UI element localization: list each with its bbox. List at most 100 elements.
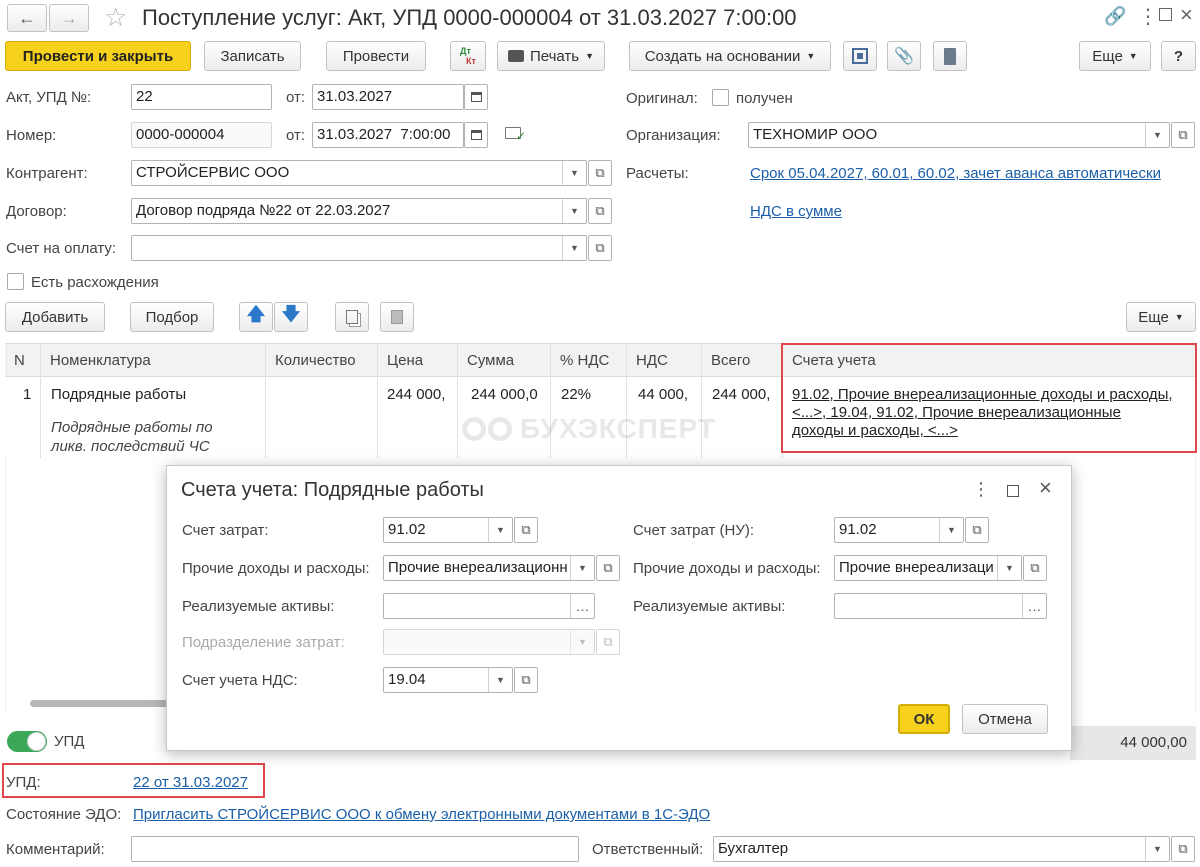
chevron-down-icon[interactable]: ▼ xyxy=(562,236,586,260)
other-ie-right-select[interactable]: Прочие внереализаци ▼ xyxy=(834,555,1022,581)
calendar-button[interactable] xyxy=(464,122,488,148)
edo-state-label: Состояние ЭДО: xyxy=(6,806,122,823)
vat-in-sum-link[interactable]: НДС в сумме xyxy=(750,203,842,220)
column-header-price[interactable]: Цена xyxy=(387,352,423,369)
watermark-logo-icon xyxy=(462,417,512,441)
cost-account-nu-select[interactable]: 91.02 ▼ xyxy=(834,517,964,543)
write-button[interactable]: Записать xyxy=(204,41,301,71)
open-organization-button[interactable]: ⧉ xyxy=(1171,122,1195,148)
act-number-input[interactable]: 22 xyxy=(131,84,272,110)
contractor-select[interactable]: СТРОЙСЕРВИС ООО ▼ xyxy=(131,160,587,186)
pick-button[interactable]: Подбор xyxy=(130,302,214,332)
link-icon[interactable]: 🔗 xyxy=(1104,6,1126,27)
cancel-button[interactable]: Отмена xyxy=(962,704,1048,734)
responsible-select[interactable]: Бухгалтер ▼ xyxy=(713,836,1170,862)
open-division-button[interactable]: ⧉ xyxy=(596,629,620,655)
other-ie-select[interactable]: Прочие внереализационн ▼ xyxy=(383,555,595,581)
contract-label: Договор: xyxy=(6,203,67,220)
assets-right-label: Реализуемые активы: xyxy=(633,598,786,615)
open-other-ie-right-button[interactable]: ⧉ xyxy=(1023,555,1047,581)
close-icon[interactable]: × xyxy=(1180,2,1193,28)
discrepancy-checkbox[interactable] xyxy=(7,273,24,290)
column-header-total[interactable]: Всего xyxy=(711,352,750,369)
document-check-icon[interactable]: ✓ xyxy=(505,127,526,143)
organization-select[interactable]: ТЕХНОМИР ООО ▼ xyxy=(748,122,1170,148)
calendar-button[interactable] xyxy=(464,84,488,110)
dt-kt-button[interactable]: Дт Кт xyxy=(450,41,486,71)
more-button[interactable]: Еще ▼ xyxy=(1079,41,1151,71)
post-button[interactable]: Провести xyxy=(326,41,426,71)
open-contract-button[interactable]: ⧉ xyxy=(588,198,612,224)
column-header-nomenclature[interactable]: Номенклатура xyxy=(50,352,151,369)
chevron-down-icon[interactable]: ▼ xyxy=(570,556,594,580)
column-header-quantity[interactable]: Количество xyxy=(275,352,356,369)
column-header-vat[interactable]: НДС xyxy=(636,352,668,369)
cell-total: 244 000, xyxy=(712,386,771,403)
open-vat-account-button[interactable]: ⧉ xyxy=(514,667,538,693)
copy-row-button[interactable] xyxy=(335,302,369,332)
column-header-vat-rate[interactable]: % НДС xyxy=(560,352,609,369)
original-received-checkbox[interactable] xyxy=(712,89,729,106)
chevron-down-icon[interactable]: ▼ xyxy=(997,556,1021,580)
open-responsible-button[interactable]: ⧉ xyxy=(1171,836,1195,862)
open-contractor-button[interactable]: ⧉ xyxy=(588,160,612,186)
more-vertical-icon[interactable]: ⋮ xyxy=(972,479,990,500)
cell-n: 1 xyxy=(23,386,32,403)
vat-account-select[interactable]: 19.04 ▼ xyxy=(383,667,513,693)
forward-button[interactable]: → xyxy=(49,4,89,32)
number-date-input[interactable]: 31.03.2027 7:00:00 xyxy=(312,122,464,148)
structure-button[interactable] xyxy=(843,41,877,71)
chevron-down-icon[interactable]: ▼ xyxy=(1145,123,1169,147)
maximize-icon[interactable] xyxy=(1159,8,1172,21)
assets-input[interactable]: … xyxy=(383,593,595,619)
favorite-star-icon[interactable]: ☆ xyxy=(104,2,127,33)
invoice-select[interactable]: ▼ xyxy=(131,235,587,261)
settlements-link[interactable]: Срок 05.04.2027, 60.01, 60.02, зачет ава… xyxy=(750,165,1161,182)
move-up-button[interactable]: 🡅 xyxy=(239,302,273,332)
calculator-button[interactable] xyxy=(933,41,967,71)
column-header-sum[interactable]: Сумма xyxy=(467,352,514,369)
assets-right-input[interactable]: … xyxy=(834,593,1047,619)
cost-account-select[interactable]: 91.02 ▼ xyxy=(383,517,513,543)
chevron-down-icon[interactable]: ▼ xyxy=(562,199,586,223)
contract-select[interactable]: Договор подряда №22 от 22.03.2027 ▼ xyxy=(131,198,587,224)
column-header-n[interactable]: N xyxy=(14,352,25,369)
open-invoice-button[interactable]: ⧉ xyxy=(588,235,612,261)
cell-description-line2: ликв. последствий ЧС xyxy=(51,438,210,455)
create-based-on-button[interactable]: Создать на основании ▼ xyxy=(629,41,831,71)
chevron-down-icon[interactable]: ▼ xyxy=(488,518,512,542)
chevron-down-icon[interactable]: ▼ xyxy=(570,630,594,654)
vat-account-label: Счет учета НДС: xyxy=(182,672,298,689)
chevron-down-icon[interactable]: ▼ xyxy=(1145,837,1169,861)
close-icon[interactable]: × xyxy=(1039,475,1052,501)
help-button[interactable]: ? xyxy=(1161,41,1196,71)
upd-toggle[interactable] xyxy=(7,731,47,752)
open-form-icon: ⧉ xyxy=(1178,127,1188,142)
edo-invite-link[interactable]: Пригласить СТРОЙСЕРВИС ООО к обмену элек… xyxy=(133,806,710,823)
print-button[interactable]: Печать ▼ xyxy=(497,41,605,71)
open-cost-account-nu-button[interactable]: ⧉ xyxy=(965,517,989,543)
table-more-button[interactable]: Еще ▼ xyxy=(1126,302,1196,332)
add-row-button[interactable]: Добавить xyxy=(5,302,105,332)
open-other-ie-button[interactable]: ⧉ xyxy=(596,555,620,581)
open-cost-account-button[interactable]: ⧉ xyxy=(514,517,538,543)
act-date-input[interactable]: 31.03.2027 xyxy=(312,84,464,110)
back-button[interactable]: ← xyxy=(7,4,47,32)
division-select[interactable]: ▼ xyxy=(383,629,595,655)
ok-button[interactable]: ОК xyxy=(898,704,950,734)
number-date-label: от: xyxy=(286,127,306,144)
post-and-close-button[interactable]: Провести и закрыть xyxy=(5,41,191,71)
chevron-down-icon[interactable]: ▼ xyxy=(562,161,586,185)
comment-input[interactable] xyxy=(131,836,579,862)
attachment-button[interactable]: 📎 xyxy=(887,41,921,71)
ellipsis-icon[interactable]: … xyxy=(570,594,594,618)
chevron-down-icon[interactable]: ▼ xyxy=(488,668,512,692)
move-down-button[interactable]: 🡇 xyxy=(274,302,308,332)
number-input[interactable]: 0000-000004 xyxy=(131,122,272,148)
paste-row-button[interactable] xyxy=(380,302,414,332)
maximize-icon[interactable] xyxy=(1007,485,1019,497)
more-vertical-icon[interactable]: ⋮ xyxy=(1138,4,1158,29)
ellipsis-icon[interactable]: … xyxy=(1022,594,1046,618)
chevron-down-icon[interactable]: ▼ xyxy=(939,518,963,542)
open-form-icon: ⧉ xyxy=(595,165,605,180)
